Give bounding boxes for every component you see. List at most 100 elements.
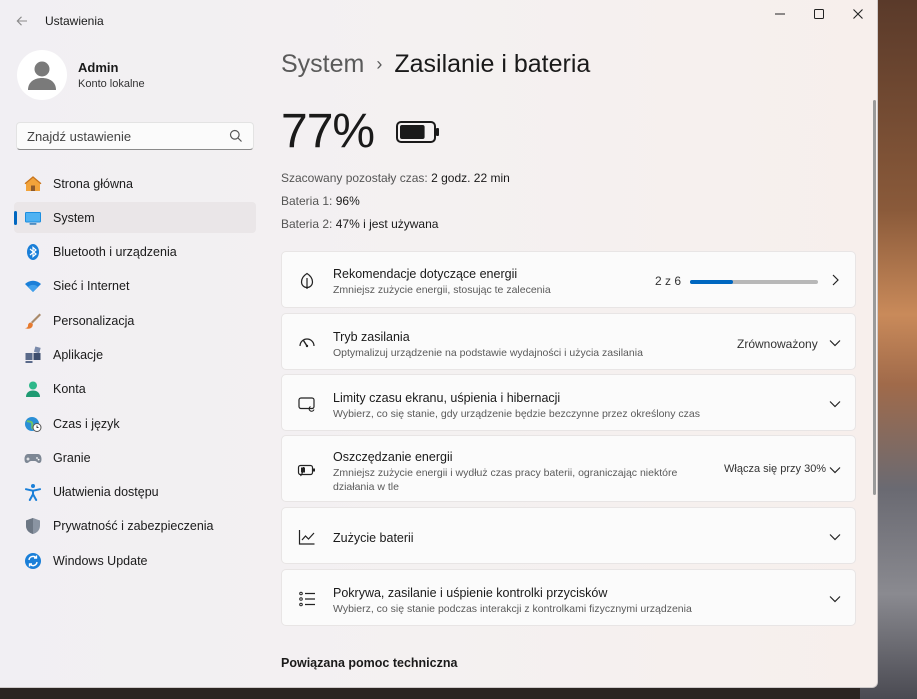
- energy-recommendations-card[interactable]: Rekomendacje dotyczące energii Zmniejsz …: [281, 251, 856, 308]
- search-icon: [229, 129, 242, 142]
- card-subtitle: Zmniejsz zużycie energii, stosując te za…: [333, 284, 551, 296]
- card-title: Oszczędzanie energii: [333, 450, 453, 464]
- scrollbar[interactable]: [873, 100, 876, 495]
- sidebar-item-label: Ułatwienia dostępu: [53, 485, 159, 500]
- gamepad-icon: [24, 449, 42, 467]
- search-input[interactable]: [27, 128, 229, 144]
- chart-line-icon: [297, 527, 317, 547]
- user-name: Admin: [78, 60, 119, 75]
- maximize-icon: [814, 9, 824, 19]
- battery-saver-icon: [297, 460, 317, 480]
- power-mode-dropdown[interactable]: Zrównoważony: [737, 337, 818, 351]
- system-display-icon: [24, 209, 42, 227]
- battery1-value: 96%: [335, 194, 360, 208]
- search-box[interactable]: [16, 122, 254, 150]
- battery-percent: 77%: [281, 105, 375, 158]
- battery-icon: [396, 120, 440, 143]
- minimize-button[interactable]: [760, 0, 800, 28]
- sidebar-item-bluetooth[interactable]: Bluetooth i urządzenia: [14, 237, 256, 268]
- title-bar: Ustawienia: [0, 0, 877, 40]
- card-subtitle-continued: działania w tle: [333, 481, 399, 493]
- breadcrumb-parent[interactable]: System: [281, 50, 364, 79]
- battery2-line: Bateria 2: 47% i jest używana: [281, 217, 438, 231]
- sidebar-item-label: Strona główna: [53, 176, 133, 191]
- sidebar: Admin Konto lokalne Strona główna System: [0, 40, 270, 687]
- related-support-heading: Powiązana pomoc techniczna: [281, 656, 458, 670]
- sidebar-item-time-language[interactable]: Czas i język: [14, 408, 256, 439]
- energy-saver-card[interactable]: Oszczędzanie energii Zmniejsz zużycie en…: [281, 435, 856, 502]
- sidebar-item-system[interactable]: System: [14, 202, 256, 234]
- back-button[interactable]: [10, 10, 34, 32]
- app-title: Ustawienia: [45, 14, 104, 28]
- battery-usage-card[interactable]: Zużycie baterii: [281, 507, 856, 564]
- battery1-label: Bateria 1:: [281, 194, 333, 208]
- card-subtitle: Wybierz, co się stanie podczas interakcj…: [333, 603, 692, 615]
- breadcrumb: System › Zasilanie i bateria: [281, 50, 590, 79]
- card-title: Rekomendacje dotyczące energii: [333, 267, 518, 281]
- estimate-line: Szacowany pozostały czas: 2 godz. 22 min: [281, 171, 510, 185]
- chevron-down-icon[interactable]: [829, 398, 841, 410]
- avatar: [17, 50, 67, 100]
- account-icon: [24, 380, 42, 398]
- progress-fill: [690, 280, 733, 284]
- chevron-down-icon[interactable]: [829, 337, 841, 349]
- sidebar-item-label: Czas i język: [53, 416, 120, 431]
- sidebar-item-label: Granie: [53, 450, 91, 465]
- settings-window: Ustawienia Admin Konto lokalne Znajdź us…: [0, 0, 878, 688]
- chevron-right-icon: ›: [376, 54, 383, 74]
- wifi-icon: [24, 277, 42, 295]
- shield-icon: [24, 517, 42, 535]
- sidebar-item-network[interactable]: Sieć i Internet: [14, 271, 256, 302]
- account-type: Konto lokalne: [78, 78, 145, 90]
- home-icon: [24, 175, 42, 193]
- sidebar-item-label: Konta: [53, 382, 86, 397]
- sidebar-item-accounts[interactable]: Konta: [14, 374, 256, 405]
- card-title: Tryb zasilania: [333, 330, 410, 344]
- sidebar-item-home[interactable]: Strona główna: [14, 168, 256, 199]
- card-title: Limity czasu ekranu, uśpienia i hibernac…: [333, 391, 561, 405]
- accessibility-icon: [24, 483, 42, 502]
- brush-icon: [24, 312, 42, 330]
- bluetooth-icon: [24, 243, 42, 261]
- battery-summary: 77%: [281, 104, 440, 159]
- estimate-label: Szacowany pozostały czas:: [281, 171, 428, 185]
- list-controls-icon: [297, 589, 317, 609]
- sidebar-item-label: Windows Update: [53, 553, 148, 568]
- user-profile[interactable]: Admin Konto lokalne: [17, 50, 145, 100]
- card-subtitle: Zmniejsz zużycie energii i wydłuż czas p…: [333, 467, 678, 479]
- leaf-icon: [297, 271, 317, 291]
- chevron-down-icon[interactable]: [829, 464, 841, 476]
- power-mode-card[interactable]: Tryb zasilania Optymalizuj urządzenie na…: [281, 313, 856, 370]
- recommendations-progress-bar: [690, 280, 818, 284]
- screen-sleep-card[interactable]: Limity czasu ekranu, uśpienia i hibernac…: [281, 374, 856, 431]
- sidebar-item-personalization[interactable]: Personalizacja: [14, 305, 256, 336]
- globe-clock-icon: [24, 415, 42, 433]
- sidebar-item-windows-update[interactable]: Windows Update: [14, 545, 256, 576]
- battery1-line: Bateria 1: 96%: [281, 194, 360, 208]
- arrow-left-icon: [16, 16, 27, 26]
- sidebar-item-label: Prywatność i zabezpieczenia: [53, 519, 214, 534]
- sidebar-nav: Strona główna System Bluetooth i urządze…: [14, 168, 256, 580]
- gauge-icon: [297, 333, 317, 353]
- close-button[interactable]: [838, 0, 877, 28]
- apps-icon: [24, 346, 42, 364]
- sidebar-item-apps[interactable]: Aplikacje: [14, 339, 256, 370]
- main-content: System › Zasilanie i bateria 77% Szacowa…: [281, 40, 856, 687]
- screen-sleep-icon: [297, 394, 317, 414]
- sidebar-item-label: Personalizacja: [53, 313, 135, 328]
- chevron-down-icon[interactable]: [829, 593, 841, 605]
- chevron-down-icon[interactable]: [829, 531, 841, 543]
- sidebar-item-label: Aplikacje: [53, 347, 104, 362]
- card-title: Zużycie baterii: [333, 531, 414, 545]
- sidebar-item-privacy-security[interactable]: Prywatność i zabezpieczenia: [14, 511, 256, 542]
- sidebar-item-gaming[interactable]: Granie: [14, 442, 256, 473]
- sidebar-item-label: Bluetooth i urządzenia: [53, 245, 177, 260]
- sidebar-item-accessibility[interactable]: Ułatwienia dostępu: [14, 477, 256, 508]
- minimize-icon: [775, 13, 785, 15]
- page-title: Zasilanie i bateria: [394, 50, 591, 78]
- maximize-button[interactable]: [799, 0, 839, 28]
- recommendations-progress-text: 2 z 6: [655, 274, 682, 288]
- sidebar-item-label: Sieć i Internet: [53, 279, 130, 294]
- card-title: Pokrywa, zasilanie i uśpienie kontrolki …: [333, 586, 608, 600]
- lid-power-buttons-card[interactable]: Pokrywa, zasilanie i uśpienie kontrolki …: [281, 569, 856, 626]
